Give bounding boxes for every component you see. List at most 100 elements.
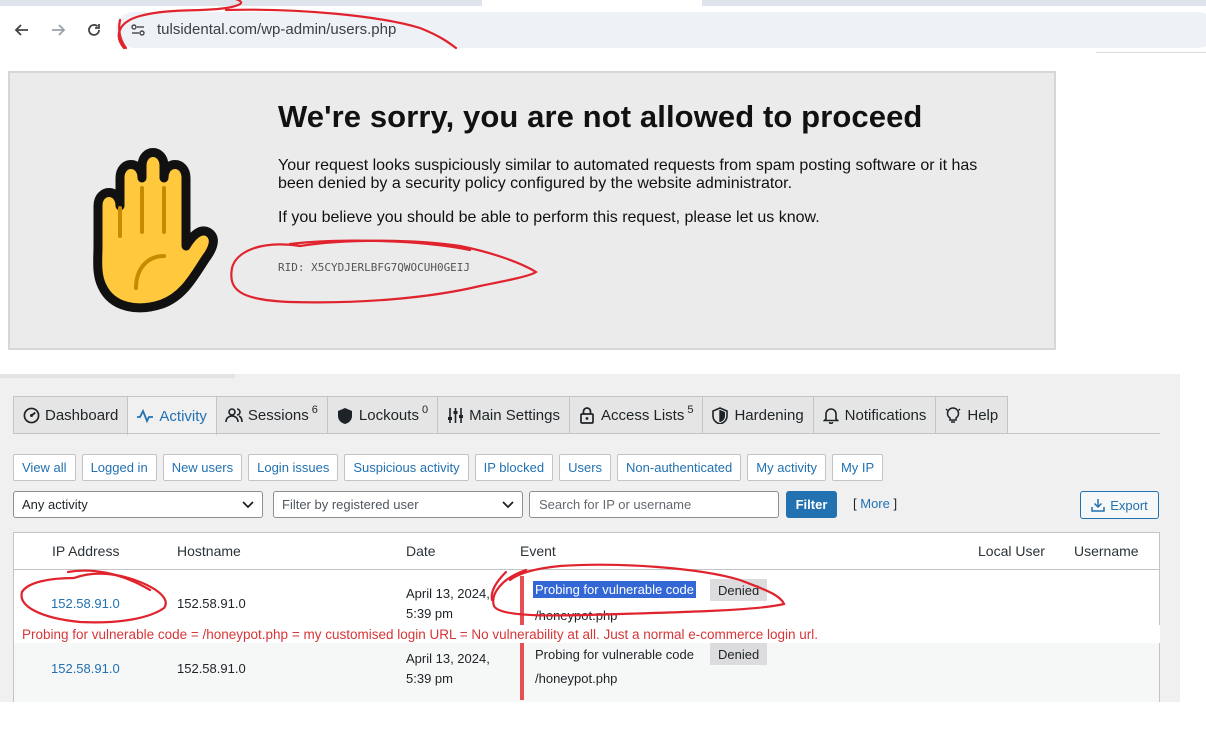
export-button[interactable]: Export (1080, 491, 1159, 519)
ip-username-search-input[interactable]: Search for IP or username (529, 491, 779, 518)
tab-activity[interactable]: Activity (127, 396, 217, 435)
tab-label: Dashboard (45, 406, 119, 424)
tab-label: Notifications (844, 406, 927, 424)
tab-label: Help (967, 406, 999, 424)
filter-ip-blocked[interactable]: IP blocked (474, 454, 554, 481)
tab-strip (0, 0, 1206, 6)
event-path: /honeypot.php (535, 671, 618, 686)
filter-my-activity[interactable]: My activity (747, 454, 826, 481)
activity-type-select[interactable]: Any activity (13, 491, 263, 518)
user-annotation: Probing for vulnerable code = /honeypot.… (22, 627, 819, 642)
shield-icon (336, 406, 354, 424)
forward-arrow-icon[interactable] (46, 18, 70, 42)
tab-access-lists[interactable]: Access Lists 5 (568, 396, 704, 433)
hostname-cell: 152.58.91.0 (177, 596, 246, 611)
lightbulb-icon (944, 406, 962, 424)
event-label: Probing for vulnerable code (533, 581, 696, 598)
address-url[interactable]: tulsidental.com/wp-admin/users.php (157, 21, 396, 38)
block-message: Your request looks suspiciously similar … (278, 157, 978, 192)
download-icon (1091, 499, 1105, 512)
registered-user-select[interactable]: Filter by registered user (273, 491, 523, 518)
filter-my-ip[interactable]: My IP (831, 454, 884, 481)
tab-main-settings[interactable]: Main Settings (437, 396, 570, 433)
block-page-panel: We're sorry, you are not allowed to proc… (8, 71, 1056, 350)
lock-icon (578, 406, 596, 424)
date-cell: April 13, 2024, 5:39 pm (406, 649, 490, 689)
filter-view-all[interactable]: View all (13, 454, 76, 481)
filter-logged-in[interactable]: Logged in (81, 454, 157, 481)
status-badge: Denied (710, 579, 768, 601)
status-badge: Denied (710, 643, 768, 665)
export-label: Export (1110, 497, 1148, 513)
raised-hand-icon (76, 128, 226, 313)
column-hostname[interactable]: Hostname (177, 543, 241, 559)
column-date[interactable]: Date (406, 543, 436, 559)
tab-label: Activity (159, 407, 207, 425)
more-link[interactable]: [ More ] (853, 496, 897, 511)
quick-filters: View all Logged in New users Login issue… (13, 454, 889, 481)
tab-help[interactable]: Help (935, 396, 1009, 433)
table-header: IP Address Hostname Date Event Local Use… (14, 533, 1159, 570)
tab-notifications[interactable]: Notifications (812, 396, 937, 433)
users-icon (225, 406, 243, 424)
chevron-down-icon (242, 501, 254, 509)
tab-label: Lockouts (358, 406, 419, 424)
filter-non-authenticated[interactable]: Non-authenticated (617, 454, 742, 481)
divider (1096, 52, 1206, 53)
tab-label: Access Lists (600, 406, 685, 424)
bell-icon (822, 406, 840, 424)
column-ip-address[interactable]: IP Address (52, 543, 119, 559)
filter-users[interactable]: Users (559, 454, 612, 481)
date-cell: April 13, 2024, 5:39 pm (406, 584, 490, 624)
time-line: 5:39 pm (406, 606, 453, 621)
more-label[interactable]: More (860, 496, 890, 511)
hostname-cell: 152.58.91.0 (177, 661, 246, 676)
search-placeholder: Search for IP or username (539, 497, 692, 512)
divider (0, 374, 235, 378)
divider (13, 433, 1160, 434)
tab-count: 6 (311, 404, 318, 416)
filter-button[interactable]: Filter (786, 491, 837, 518)
date-line: April 13, 2024, (406, 586, 490, 601)
filter-new-users[interactable]: New users (162, 454, 243, 481)
filter-login-issues[interactable]: Login issues (248, 454, 339, 481)
tab-count: 0 (421, 404, 429, 416)
browser-toolbar: tulsidental.com/wp-admin/users.php (0, 0, 1206, 60)
dashboard-gauge-icon (22, 406, 40, 424)
tab-hardening[interactable]: Hardening (702, 396, 814, 433)
time-line: 5:39 pm (406, 671, 453, 686)
tab-sessions[interactable]: Sessions 6 (215, 396, 328, 433)
security-plugin-panel: Dashboard Activity Sessions 6 Lockouts 0 M… (0, 374, 1180, 702)
activity-table: IP Address Hostname Date Event Local Use… (13, 532, 1160, 702)
tab-label: Main Settings (469, 406, 560, 424)
site-settings-icon[interactable] (130, 22, 146, 38)
tab-count: 5 (687, 404, 694, 416)
back-arrow-icon[interactable] (10, 18, 34, 42)
block-title: We're sorry, you are not allowed to proc… (278, 99, 923, 134)
request-id: RID: X5CYDJERLBFG7QWOCUH0GEIJ (278, 261, 471, 274)
column-event[interactable]: Event (520, 543, 556, 559)
tab-lockouts[interactable]: Lockouts 0 (326, 396, 439, 433)
block-contact-message: If you believe you should be able to per… (278, 209, 820, 226)
event-path: /honeypot.php (535, 608, 618, 623)
plugin-tabs: Dashboard Activity Sessions 6 Lockouts 0 M… (13, 396, 1009, 435)
ip-link[interactable]: 152.58.91.0 (51, 596, 120, 611)
reload-icon[interactable] (82, 18, 106, 42)
chevron-down-icon (502, 501, 514, 509)
column-local-user[interactable]: Local User (978, 543, 1045, 559)
date-line: April 13, 2024, (406, 651, 490, 666)
filter-suspicious-activity[interactable]: Suspicious activity (344, 454, 469, 481)
tab-label: Sessions (247, 406, 309, 424)
activity-pulse-icon (136, 407, 154, 425)
column-username[interactable]: Username (1074, 543, 1139, 559)
table-row: 152.58.91.0 152.58.91.0 April 13, 2024, 5… (14, 636, 1159, 702)
event-label: Probing for vulnerable code (535, 647, 694, 662)
ip-link[interactable]: 152.58.91.0 (51, 661, 120, 676)
tab-dashboard[interactable]: Dashboard (13, 396, 129, 433)
tab-label: Hardening (734, 406, 804, 424)
sliders-icon (446, 406, 464, 424)
activity-select-value: Any activity (22, 497, 88, 512)
user-select-placeholder: Filter by registered user (282, 497, 419, 512)
event-severity-bar (520, 638, 524, 700)
shield-check-icon (711, 406, 729, 424)
